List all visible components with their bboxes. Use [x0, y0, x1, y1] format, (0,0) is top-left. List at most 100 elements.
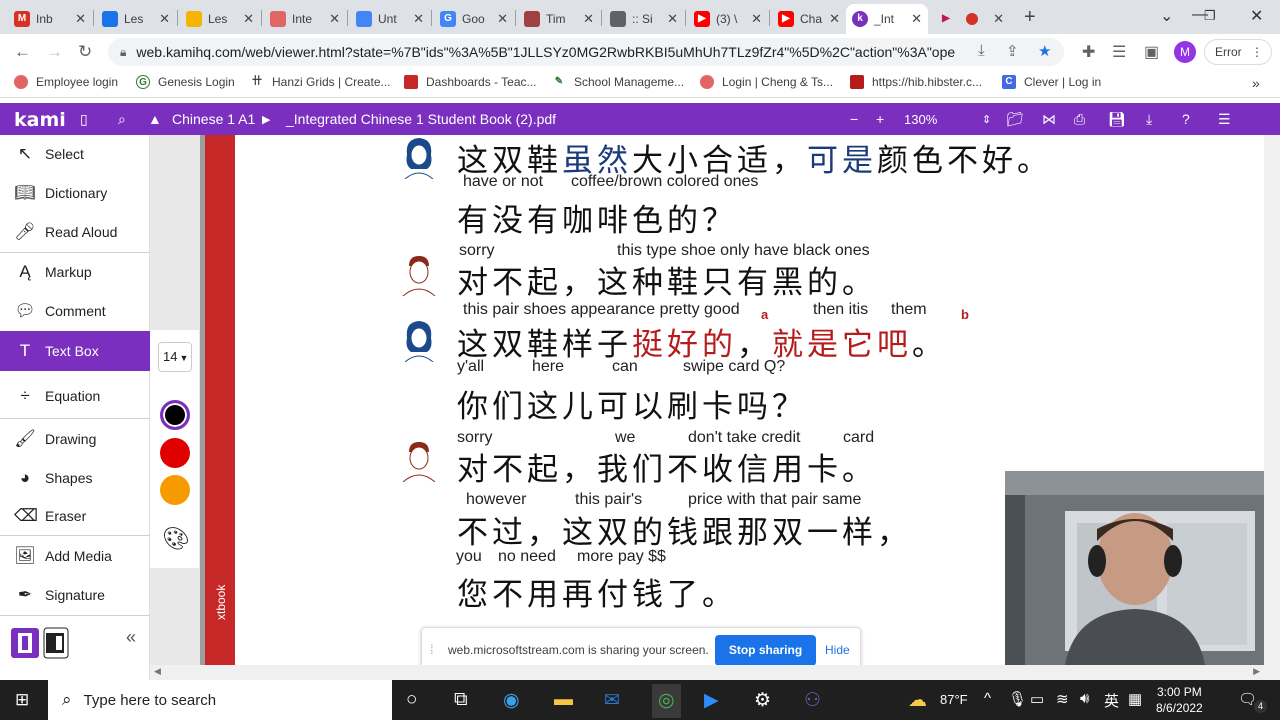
tool-shapes[interactable]: ◕ Shapes: [0, 459, 150, 497]
tool-text-box[interactable]: T Text Box: [0, 331, 150, 371]
layout-mode-toggle[interactable]: [10, 627, 70, 662]
browser-tab[interactable]: ▶ Cha ✕: [772, 4, 846, 34]
browser-tab[interactable]: M Inb ✕: [8, 4, 92, 34]
browser-tab[interactable]: Tim ✕: [518, 4, 600, 34]
share-network-icon[interactable]: ⋈: [1042, 111, 1056, 128]
close-icon[interactable]: ✕: [751, 11, 762, 27]
zoom-in-icon[interactable]: +: [876, 111, 884, 127]
zoom-app-icon[interactable]: ▶: [704, 689, 719, 712]
menu-icon[interactable]: ☰: [1218, 111, 1231, 128]
browser-tab[interactable]: Les ✕: [96, 4, 176, 34]
hide-button[interactable]: Hide: [825, 643, 850, 657]
edge-icon[interactable]: ◉: [503, 689, 520, 712]
task-view-icon[interactable]: ⧉: [454, 689, 468, 711]
text-annotation[interactable]: you: [456, 548, 482, 566]
tool-markup[interactable]: Ą Markup: [0, 253, 150, 291]
breadcrumb-file[interactable]: _Integrated Chinese 1 Student Book (2).p…: [286, 111, 556, 127]
new-tab-icon[interactable]: +: [1024, 6, 1036, 29]
close-window-icon[interactable]: ✕: [1250, 6, 1263, 26]
browser-tab[interactable]: ▶ (3) \ ✕: [688, 4, 768, 34]
bookmark-item[interactable]: G Genesis Login: [136, 75, 235, 89]
browser-tab[interactable]: Inte ✕: [264, 4, 346, 34]
bookmark-item[interactable]: Employee login: [14, 75, 118, 89]
tool-select[interactable]: ↖ Select: [0, 135, 150, 173]
vertical-scrollbar[interactable]: [1264, 135, 1280, 680]
ime-grid-icon[interactable]: ▦: [1128, 690, 1142, 708]
settings-gear-icon[interactable]: ⚙: [754, 689, 771, 712]
color-swatch-orange[interactable]: [160, 475, 190, 505]
forward-arrow-icon[interactable]: →: [46, 42, 63, 62]
wifi-icon[interactable]: ≋: [1056, 690, 1069, 708]
back-arrow-icon[interactable]: ←: [14, 42, 31, 62]
browser-tab[interactable]: ✕: [960, 4, 1010, 34]
text-annotation[interactable]: y'all: [457, 358, 484, 376]
windows-start-icon[interactable]: ⊞: [15, 690, 29, 710]
drag-handle-icon[interactable]: ⁞: [430, 642, 434, 657]
error-button[interactable]: Error ⋮: [1204, 39, 1272, 65]
share-icon[interactable]: ⇪: [1006, 42, 1019, 60]
scroll-right-icon[interactable]: ▶: [1253, 666, 1260, 677]
close-icon[interactable]: ✕: [829, 11, 840, 27]
close-icon[interactable]: ✕: [329, 11, 340, 27]
url-text[interactable]: web.kamihq.com/web/viewer.html?state=%7B…: [136, 44, 956, 60]
browser-tab-active[interactable]: k _Int ✕: [846, 4, 928, 34]
font-size-select[interactable]: 14 ▼: [158, 342, 192, 372]
text-annotation[interactable]: coffee/brown colored ones: [571, 173, 758, 191]
chevron-down-icon[interactable]: ⌄: [1160, 6, 1173, 26]
breadcrumb-folder[interactable]: Chinese 1 A1: [172, 111, 255, 127]
bookmark-item[interactable]: 卄 Hanzi Grids | Create...: [250, 75, 391, 89]
text-annotation[interactable]: them: [891, 301, 927, 319]
text-annotation[interactable]: this pair shoes appearance pretty good: [463, 301, 740, 319]
more-bookmarks-icon[interactable]: »: [1252, 75, 1260, 91]
browser-tab[interactable]: Les ✕: [180, 4, 260, 34]
browser-tab[interactable]: ▶: [932, 4, 958, 34]
text-annotation[interactable]: can: [612, 358, 638, 376]
bookmark-item[interactable]: https://hib.hibster.c...: [850, 75, 982, 89]
close-icon[interactable]: ✕: [667, 11, 678, 27]
restore-icon[interactable]: ❐: [1204, 8, 1216, 24]
text-annotation[interactable]: then itis: [813, 301, 868, 319]
close-icon[interactable]: ✕: [993, 11, 1004, 27]
help-icon[interactable]: ?: [1182, 111, 1190, 127]
text-annotation[interactable]: more pay $$: [577, 548, 666, 566]
close-icon[interactable]: ✕: [159, 11, 170, 27]
browser-tab[interactable]: G Goo ✕: [434, 4, 514, 34]
reading-list-icon[interactable]: ☰: [1112, 42, 1126, 62]
taskbar-search[interactable]: ⌕ Type here to search: [48, 680, 392, 720]
clock[interactable]: 3:00 PM 8/6/2022: [1156, 684, 1203, 716]
sidebar-toggle-icon[interactable]: ▯: [80, 111, 88, 128]
text-annotation[interactable]: no need: [498, 548, 556, 566]
zoom-level[interactable]: 130%: [904, 112, 937, 127]
download-icon[interactable]: ⤓: [978, 42, 985, 59]
ime-indicator[interactable]: 英: [1104, 690, 1119, 711]
tool-dictionary[interactable]: 📖︎ Dictionary: [0, 174, 150, 212]
star-icon[interactable]: ★: [1038, 42, 1051, 60]
chrome-icon[interactable]: ◎: [652, 684, 681, 718]
download-icon[interactable]: ⤓: [1146, 111, 1152, 128]
close-icon[interactable]: ✕: [911, 11, 922, 27]
folder-icon[interactable]: 📁︎: [1006, 111, 1024, 128]
extensions-icon[interactable]: ✚: [1082, 42, 1095, 62]
zoom-out-icon[interactable]: −: [850, 111, 858, 127]
stop-sharing-button[interactable]: Stop sharing: [715, 635, 816, 666]
tool-read-aloud[interactable]: 🎤︎ Read Aloud: [0, 213, 150, 251]
battery-icon[interactable]: ▭: [1030, 690, 1044, 708]
browser-tab[interactable]: :: Si ✕: [604, 4, 684, 34]
bookmark-item[interactable]: Dashboards - Teac...: [404, 75, 537, 89]
tool-comment[interactable]: 💬︎ Comment: [0, 292, 150, 330]
collapse-sidebar-icon[interactable]: «: [126, 627, 136, 648]
scroll-left-icon[interactable]: ◀: [154, 666, 161, 677]
tool-drawing[interactable]: 🖌︎ Drawing: [0, 420, 150, 458]
search-icon[interactable]: ⌕: [118, 111, 126, 128]
close-icon[interactable]: ✕: [583, 11, 594, 27]
text-annotation[interactable]: here: [532, 358, 564, 376]
microphone-icon[interactable]: 🎙︎: [1008, 690, 1027, 708]
text-annotation[interactable]: swipe card Q?: [683, 358, 785, 376]
palette-icon[interactable]: 🎨︎: [162, 526, 190, 552]
tool-add-media[interactable]: 🖼︎ Add Media: [0, 537, 150, 575]
outlook-icon[interactable]: ✉: [604, 689, 620, 712]
tool-signature[interactable]: ✒ Signature: [0, 576, 150, 614]
reload-icon[interactable]: ↻: [78, 42, 92, 62]
file-explorer-icon[interactable]: ▬: [554, 689, 573, 711]
close-icon[interactable]: ✕: [243, 11, 254, 27]
